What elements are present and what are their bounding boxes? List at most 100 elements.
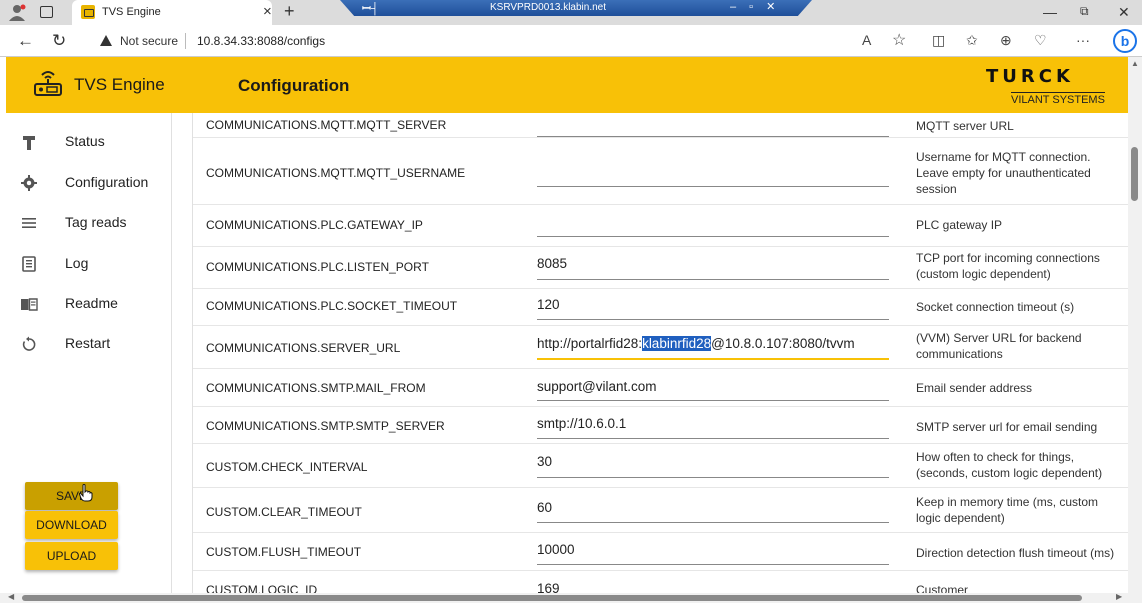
turck-logo: TURCK: [986, 66, 1074, 87]
upload-button[interactable]: UPLOAD: [25, 542, 118, 570]
config-description: PLC gateway IP: [916, 218, 1003, 232]
config-key: CUSTOM.FLUSH_TIMEOUT: [206, 545, 362, 559]
config-value-input[interactable]: 30: [537, 453, 889, 478]
tab-actions-icon[interactable]: [40, 6, 53, 18]
config-description: Direction detection flush timeout (ms): [916, 546, 1115, 560]
book-icon: [21, 298, 38, 311]
copilot-icon[interactable]: b: [1113, 29, 1137, 53]
config-value-input[interactable]: [537, 168, 889, 187]
config-key: COMMUNICATIONS.PLC.GATEWAY_IP: [206, 218, 423, 232]
config-key: COMMUNICATIONS.PLC.LISTEN_PORT: [206, 260, 429, 274]
vilant-systems-logo: VILANT SYSTEMS: [1011, 92, 1105, 106]
favorites-icon[interactable]: ✩: [966, 32, 978, 49]
config-value-input[interactable]: http://portalrfid28:klabinrfid28@10.8.0.…: [537, 335, 889, 360]
sidebar-item-status[interactable]: Status: [6, 125, 172, 159]
favorite-icon[interactable]: ☆: [892, 30, 906, 50]
config-description: MQTT server URL: [916, 119, 1014, 133]
config-key: COMMUNICATIONS.SMTP.MAIL_FROM: [206, 381, 426, 395]
selected-text: klabinrfid28: [642, 336, 712, 351]
back-button[interactable]: ←: [17, 31, 34, 51]
sidebar: Status Configuration Tag reads Log Readm…: [6, 113, 172, 593]
config-value-input[interactable]: [537, 119, 889, 137]
sidebar-item-configuration[interactable]: Configuration: [6, 166, 172, 200]
config-description: Keep in memory time (ms, custom logic de…: [916, 495, 1099, 525]
list-icon: [22, 218, 36, 228]
config-row-plc-socket-timeout: COMMUNICATIONS.PLC.SOCKET_TIMEOUT 120 So…: [193, 289, 1128, 326]
collections-icon[interactable]: ⊕: [1000, 32, 1012, 49]
config-value-input[interactable]: 8085: [537, 255, 889, 280]
app-name[interactable]: TVS Engine: [74, 75, 165, 95]
config-key: CUSTOM.CHECK_INTERVAL: [206, 460, 368, 474]
scroll-right-icon[interactable]: ▶: [1116, 592, 1122, 601]
config-value-input[interactable]: 60: [537, 499, 889, 523]
restore-button[interactable]: ⧉: [1080, 4, 1089, 19]
horizontal-scroll-thumb[interactable]: [22, 595, 1082, 601]
tvs-favicon-icon: [81, 5, 95, 19]
minimize-button[interactable]: —: [1043, 4, 1057, 20]
restart-icon: [22, 336, 36, 351]
split-screen-icon[interactable]: ◫: [932, 32, 945, 49]
rdp-host: KSRVPRD0013.klabin.net: [490, 2, 606, 13]
config-key: COMMUNICATIONS.MQTT.MQTT_USERNAME: [206, 166, 466, 180]
config-table: COMMUNICATIONS.MQTT.MQTT_SERVER MQTT ser…: [192, 113, 1128, 593]
rdp-pin-icon[interactable]: ꟷ┤: [362, 1, 379, 16]
sidebar-item-label: Log: [65, 255, 89, 271]
config-key: COMMUNICATIONS.SMTP.SMTP_SERVER: [206, 419, 445, 433]
app-header: TVS Engine Configuration TURCK VILANT SY…: [6, 57, 1128, 113]
profile-icon[interactable]: [8, 4, 26, 21]
sidebar-item-tag-reads[interactable]: Tag reads: [6, 206, 172, 240]
vertical-scroll-thumb[interactable]: [1131, 147, 1138, 201]
config-value-input[interactable]: support@vilant.com: [537, 378, 889, 401]
save-button[interactable]: SAVE: [25, 482, 118, 510]
config-value-input[interactable]: smtp://10.6.0.1: [537, 415, 889, 439]
sidebar-item-label: Configuration: [65, 174, 149, 190]
sidebar-item-log[interactable]: Log: [6, 247, 172, 281]
config-key: COMMUNICATIONS.MQTT.MQTT_SERVER: [206, 118, 447, 132]
warning-icon: [100, 35, 112, 46]
tab-title: TVS Engine: [102, 6, 161, 18]
config-row-plc-gateway-ip: COMMUNICATIONS.PLC.GATEWAY_IP PLC gatewa…: [193, 205, 1128, 247]
browser-tab[interactable]: TVS Engine ×: [72, 0, 272, 25]
config-row-clear-timeout: CUSTOM.CLEAR_TIMEOUT 60 Keep in memory t…: [193, 488, 1128, 533]
more-menu-icon[interactable]: ···: [1076, 32, 1090, 48]
config-value-input[interactable]: 120: [537, 296, 889, 320]
sidebar-item-label: Tag reads: [65, 214, 127, 230]
router-logo-icon: [34, 71, 62, 96]
config-description: (VVM) Server URL for backend communicati…: [916, 331, 1082, 361]
config-description: Username for MQTT connection. Leave empt…: [916, 150, 1091, 196]
reload-button[interactable]: ↻: [52, 31, 66, 51]
config-row-mqtt-username: COMMUNICATIONS.MQTT.MQTT_USERNAME Userna…: [193, 138, 1128, 205]
read-aloud-icon[interactable]: A: [862, 32, 871, 48]
config-description: SMTP server url for email sending: [916, 420, 1098, 434]
sidebar-item-restart[interactable]: Restart: [6, 327, 172, 361]
config-key: COMMUNICATIONS.SERVER_URL: [206, 341, 401, 355]
new-tab-button[interactable]: +: [284, 1, 295, 22]
rdp-controls[interactable]: – ▫ ✕: [730, 0, 780, 13]
config-key: CUSTOM.CLEAR_TIMEOUT: [206, 505, 362, 519]
config-row-smtp-mail-from: COMMUNICATIONS.SMTP.MAIL_FROM support@vi…: [193, 369, 1128, 407]
vertical-scrollbar[interactable]: ▲: [1128, 57, 1142, 593]
config-row-flush-timeout: CUSTOM.FLUSH_TIMEOUT 10000 Direction det…: [193, 533, 1128, 571]
config-value-input[interactable]: 10000: [537, 541, 889, 565]
config-key: COMMUNICATIONS.PLC.SOCKET_TIMEOUT: [206, 299, 458, 313]
config-value-input[interactable]: [537, 217, 889, 237]
config-row-server-url: COMMUNICATIONS.SERVER_URL http://portalr…: [193, 326, 1128, 369]
config-description: Email sender address: [916, 381, 1033, 395]
url-field[interactable]: 10.8.34.33:8088/configs: [197, 34, 325, 48]
download-button[interactable]: DOWNLOAD: [25, 511, 118, 539]
browser-essentials-icon[interactable]: ♡: [1034, 32, 1047, 49]
config-description: How often to check for things, (seconds,…: [916, 450, 1103, 480]
rdp-connection-bar: ꟷ┤ KSRVPRD0013.klabin.net – ▫ ✕: [340, 0, 812, 16]
sidebar-item-readme[interactable]: Readme: [6, 287, 172, 321]
not-secure-label[interactable]: Not secure: [120, 34, 178, 48]
config-value-input[interactable]: 169: [537, 580, 889, 593]
tab-close-icon[interactable]: ×: [263, 3, 272, 20]
config-description: Customer: [916, 583, 969, 593]
sidebar-item-label: Status: [65, 133, 105, 149]
close-window-button[interactable]: ✕: [1118, 4, 1130, 21]
config-key: CUSTOM.LOGIC_ID: [206, 583, 318, 593]
horizontal-scrollbar[interactable]: ◀ ▶: [0, 592, 1142, 603]
scroll-left-icon[interactable]: ◀: [8, 592, 14, 601]
config-row-check-interval: CUSTOM.CHECK_INTERVAL 30 How often to ch…: [193, 444, 1128, 488]
scroll-up-icon[interactable]: ▲: [1131, 59, 1139, 68]
